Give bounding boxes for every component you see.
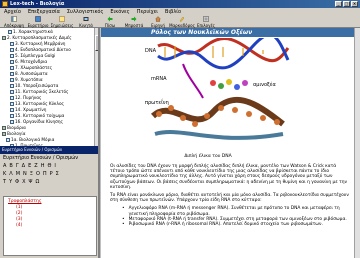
index-panel: Ευρετήριο Εννοιών / Ορισμών ΑΒΓΔΕΖΗΘΙ ΚΛΜ… bbox=[0, 154, 98, 258]
paragraph: Το RNA είναι μονόκλωνο μόριο, διαθέτει α… bbox=[110, 193, 349, 204]
page-icon bbox=[10, 60, 14, 64]
page-icon bbox=[6, 138, 10, 142]
index-window-title: Ευρετήριο Εννοιών / Ορισμών bbox=[0, 146, 98, 154]
article-body: Οι αλυσίδες του DNA έχουν τη μορφή διπλή… bbox=[110, 164, 352, 227]
amino-acid-label: αμινοξέα bbox=[253, 81, 277, 88]
index-letter[interactable]: Ξ bbox=[30, 171, 33, 177]
list-item: Ριβοσωμικό RNA (r-RNA ή ribosomal RNA). … bbox=[122, 222, 352, 227]
film-icon bbox=[83, 17, 89, 21]
window-title: Lex-tech - Βιολογία bbox=[10, 1, 65, 7]
index-letter[interactable]: Ω bbox=[35, 179, 39, 185]
mrna-label: mRNA bbox=[151, 76, 167, 82]
back-button[interactable]: Πίσω bbox=[98, 15, 122, 28]
forward-arrow-icon bbox=[131, 16, 137, 22]
content-scrollbar[interactable] bbox=[354, 28, 360, 258]
book-icon bbox=[35, 16, 41, 22]
toolbar: Απόκρυψη Ευρετήριο Σημειώσεις Κινητά Πίσ… bbox=[0, 15, 360, 28]
back-arrow-icon bbox=[107, 16, 113, 22]
index-letter[interactable]: Π bbox=[43, 171, 47, 177]
menu-images[interactable]: Εικόνες bbox=[110, 9, 129, 15]
index-letter[interactable]: Ο bbox=[36, 171, 40, 177]
index-letter[interactable]: Ψ bbox=[29, 179, 33, 185]
page-icon bbox=[10, 90, 14, 94]
options-button[interactable]: Επιλογές bbox=[194, 15, 218, 28]
page-icon bbox=[10, 84, 14, 88]
index-letter[interactable]: Υ bbox=[9, 179, 12, 185]
highlighter-button[interactable]: Μαρκαδόρος bbox=[169, 15, 195, 28]
index-letter[interactable]: Ζ bbox=[34, 163, 37, 169]
index-letter[interactable]: Η bbox=[41, 163, 45, 169]
index-letter[interactable]: Μ bbox=[16, 171, 20, 177]
page-icon bbox=[10, 48, 14, 52]
page-icon bbox=[10, 96, 14, 100]
index-results: Τροφοπλάστης (1) (2) (3) (4) bbox=[3, 196, 97, 256]
paragraph: Οι αλυσίδες του DNA έχουν τη μορφή διπλή… bbox=[110, 164, 347, 190]
home-icon bbox=[155, 16, 161, 22]
index-letter[interactable]: Κ bbox=[3, 171, 6, 177]
index-letter[interactable]: Α bbox=[3, 163, 6, 169]
index-letter[interactable]: Δ bbox=[22, 163, 25, 169]
contents-tree: 1. Χαρακτηριστικά 2. Κυτταροπλασματικές Δ… bbox=[0, 28, 94, 184]
folder-icon bbox=[2, 36, 6, 40]
index-letter[interactable]: Ε bbox=[28, 163, 31, 169]
folder-icon bbox=[2, 132, 6, 136]
dna-label: DNA bbox=[145, 48, 157, 54]
index-letter[interactable]: Σ bbox=[56, 171, 59, 177]
close-button[interactable]: × bbox=[351, 1, 358, 7]
page-icon bbox=[10, 66, 14, 70]
menu-contents[interactable]: Περιέχει bbox=[137, 9, 158, 15]
navigation-panel: 1. Χαρακτηριστικά 2. Κυτταροπλασματικές Δ… bbox=[0, 28, 100, 258]
page-icon bbox=[10, 72, 14, 76]
result-link[interactable]: (4) bbox=[8, 223, 92, 229]
index-letter[interactable]: Γ bbox=[16, 163, 19, 169]
scrollbar-thumb[interactable] bbox=[95, 35, 98, 51]
index-letter[interactable]: Ι bbox=[54, 163, 55, 169]
menu-logic[interactable]: Συλλογιστικός bbox=[67, 9, 104, 15]
marker-icon bbox=[179, 16, 185, 22]
index-letter[interactable]: Θ bbox=[47, 163, 51, 169]
alphabet-index: ΑΒΓΔΕΖΗΘΙ ΚΛΜΝΞΟΠΡΣ ΤΥΦΧΨΩ bbox=[0, 163, 62, 185]
list-item: Αγγελιοφόρο RNA (m-RNA ή messenger RNA).… bbox=[122, 206, 352, 216]
menu-book[interactable]: Βιβλίο bbox=[165, 9, 181, 15]
index-header: Ευρετήριο Εννοιών / Ορισμών bbox=[3, 155, 79, 161]
hide-icon bbox=[11, 16, 17, 22]
page-icon bbox=[10, 114, 14, 118]
app-icon bbox=[2, 1, 8, 7]
index-letter[interactable]: Λ bbox=[9, 171, 12, 177]
note-icon bbox=[59, 16, 65, 22]
menu-edit[interactable]: Επεξεργασία bbox=[28, 9, 60, 15]
minimize-button[interactable]: _ bbox=[335, 1, 342, 7]
forward-button[interactable]: Μπροστά bbox=[122, 15, 146, 28]
index-letter[interactable]: Τ bbox=[3, 179, 6, 185]
page-icon bbox=[10, 120, 14, 124]
page-icon bbox=[10, 42, 14, 46]
menu-bar: Αρχείο Επεξεργασία Συλλογιστικός Εικόνες… bbox=[0, 8, 360, 15]
index-button[interactable]: Ευρετήριο bbox=[26, 15, 50, 28]
index-letter[interactable]: Χ bbox=[22, 179, 25, 185]
menu-file[interactable]: Αρχείο bbox=[4, 9, 21, 15]
protein-label: πρωτεΐνη bbox=[145, 98, 169, 106]
index-letter[interactable]: Ν bbox=[23, 171, 27, 177]
moving-button[interactable]: Κινητά bbox=[74, 15, 98, 28]
title-bar: Lex-tech - Βιολογία _ □ × bbox=[0, 0, 360, 8]
page-icon bbox=[10, 54, 14, 58]
index-letter[interactable]: Φ bbox=[15, 179, 19, 185]
page-icon bbox=[10, 78, 14, 82]
page-icon bbox=[10, 108, 14, 112]
hide-button[interactable]: Απόκρυψη bbox=[2, 15, 26, 28]
page-title: Ρόλος των Νουκλεϊκών Οξέων bbox=[101, 28, 354, 37]
dna-figure: DNA mRNA αμινοξέα πρωτεΐνη bbox=[143, 38, 293, 151]
notes-button[interactable]: Σημειώσεις bbox=[50, 15, 74, 28]
index-letter[interactable]: Ρ bbox=[50, 171, 53, 177]
folder-icon bbox=[2, 126, 6, 130]
tree-scrollbar[interactable] bbox=[94, 28, 98, 146]
page-icon bbox=[8, 30, 12, 34]
figure-caption: Διπλή έλικα του DNA bbox=[184, 154, 232, 159]
index-letter[interactable]: Β bbox=[9, 163, 12, 169]
page-icon bbox=[10, 102, 14, 106]
content-pane: Ρόλος των Νουκλεϊκών Οξέων DNA mRNA αμιν… bbox=[101, 28, 354, 258]
options-icon bbox=[203, 16, 209, 22]
home-button[interactable]: Ειρηνή bbox=[146, 15, 170, 28]
maximize-button[interactable]: □ bbox=[343, 1, 350, 7]
